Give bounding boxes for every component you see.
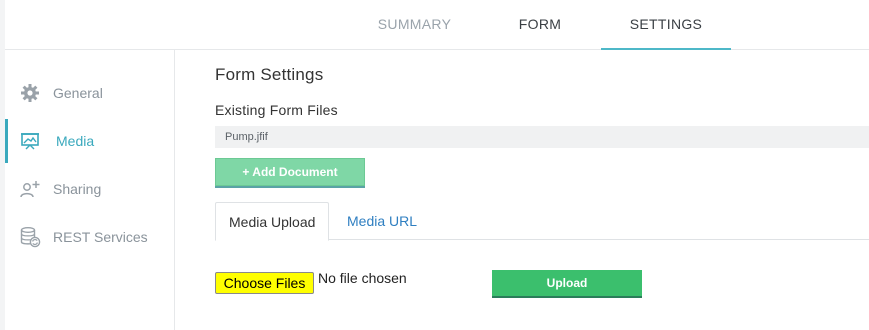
add-user-icon xyxy=(19,178,41,200)
tab-form[interactable]: FORM xyxy=(500,0,580,50)
media-subtabs: Media Upload Media URL xyxy=(215,202,869,241)
media-presentation-icon xyxy=(19,130,41,152)
sidebar-item-label: REST Services xyxy=(53,229,148,245)
top-tab-bar: SUMMARY FORM SETTINGS xyxy=(5,0,869,50)
sidebar-item-label: General xyxy=(53,85,103,101)
tab-media-url[interactable]: Media URL xyxy=(334,202,430,240)
sidebar-item-general[interactable]: General xyxy=(5,71,174,115)
app-frame: SUMMARY FORM SETTINGS General Media Shar… xyxy=(5,0,869,330)
sidebar-item-rest-services[interactable]: REST Services xyxy=(5,215,174,259)
file-list-item[interactable]: Pump.jfif xyxy=(215,126,869,148)
page-title: Form Settings xyxy=(215,65,324,84)
settings-sidebar: General Media Sharing REST Services xyxy=(5,50,175,330)
sidebar-item-label: Media xyxy=(56,133,95,149)
sidebar-item-media[interactable]: Media xyxy=(5,119,174,163)
file-status-text: No file chosen xyxy=(318,270,407,286)
tab-media-upload[interactable]: Media Upload xyxy=(215,202,330,241)
choose-files-button[interactable]: Choose Files xyxy=(215,272,314,294)
gear-icon xyxy=(19,82,41,104)
sidebar-item-sharing[interactable]: Sharing xyxy=(5,167,174,211)
tab-summary[interactable]: SUMMARY xyxy=(357,0,472,50)
upload-button[interactable]: Upload xyxy=(492,270,642,298)
tab-settings[interactable]: SETTINGS xyxy=(601,0,731,50)
main-content: Form Settings Existing Form Files Pump.j… xyxy=(175,50,869,330)
database-sync-icon xyxy=(19,226,41,248)
add-document-button[interactable]: + Add Document xyxy=(215,158,365,186)
existing-files-heading: Existing Form Files xyxy=(215,102,338,118)
sidebar-item-label: Sharing xyxy=(53,181,102,197)
